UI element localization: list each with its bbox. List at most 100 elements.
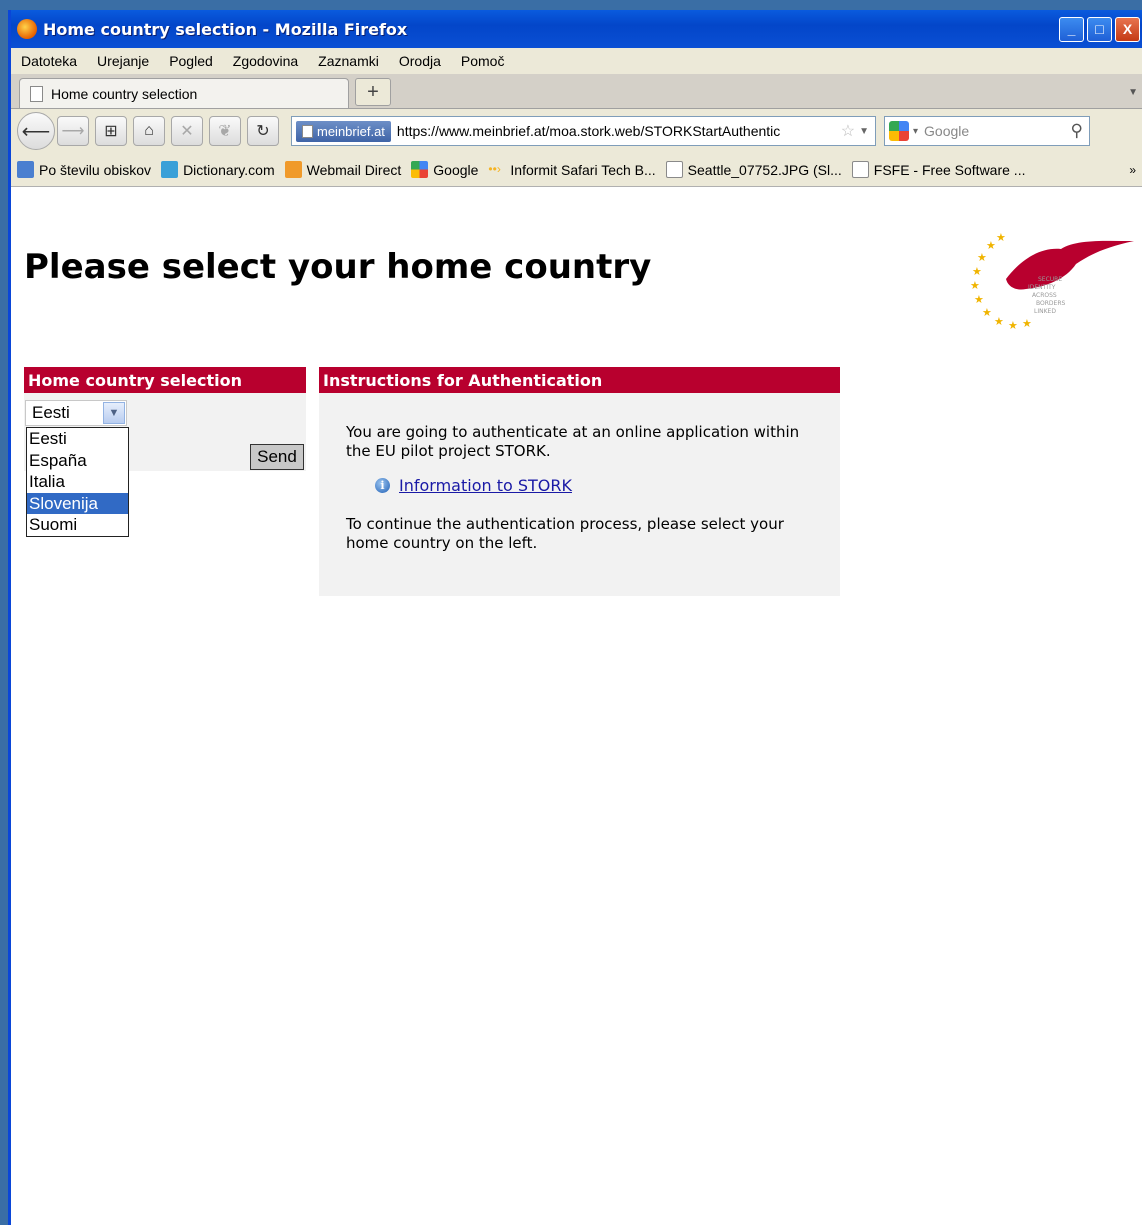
country-option-suomi[interactable]: Suomi bbox=[27, 514, 128, 536]
country-option-slovenija[interactable]: Slovenija bbox=[27, 492, 128, 514]
site-identity-button[interactable]: meinbrief.at bbox=[296, 120, 391, 142]
stork-bird-icon bbox=[1006, 240, 1134, 290]
bookmark-most-visited[interactable]: Po številu obiskov bbox=[17, 161, 151, 178]
svg-text:★: ★ bbox=[994, 316, 1004, 328]
navigation-toolbar: ⟵ ⟶ ⊞ ⌂ ✕ ❦ ↻ meinbrief.at https://www.m… bbox=[11, 109, 1142, 153]
minimize-button[interactable]: _ bbox=[1059, 16, 1084, 42]
search-box[interactable]: ▾ Google ⚲ bbox=[884, 116, 1090, 146]
bookmark-webmail[interactable]: Webmail Direct bbox=[284, 161, 401, 178]
bookmark-fsfe[interactable]: FSFE - Free Software ... bbox=[851, 161, 1025, 178]
svg-text:★: ★ bbox=[974, 294, 984, 306]
url-text[interactable]: https://www.meinbrief.at/moa.stork.web/S… bbox=[397, 123, 837, 139]
browser-window: Home country selection - Mozilla Firefox… bbox=[8, 10, 1142, 1225]
tab-home-country-selection[interactable]: Home country selection bbox=[19, 78, 349, 108]
tab-label: Home country selection bbox=[51, 85, 198, 102]
dictionary-icon bbox=[161, 161, 179, 178]
stork-logo: ★ ★ ★ ★ ★ ★ ★ ★ ★ ★ SECURE IDENTITY ACRO… bbox=[970, 232, 1134, 332]
tab-bar: Home country selection + ▼ bbox=[11, 74, 1142, 109]
home-icon: ⌂ bbox=[144, 122, 154, 139]
bookmarks-toolbar: Po številu obiskov Dictionary.com Webmai… bbox=[11, 153, 1142, 187]
close-button[interactable]: X bbox=[1115, 16, 1140, 42]
url-history-dropdown-icon[interactable]: ▼ bbox=[859, 126, 869, 137]
svg-text:★: ★ bbox=[977, 252, 987, 264]
page-icon bbox=[851, 161, 869, 178]
send-button[interactable]: Send bbox=[250, 444, 304, 470]
svg-text:SECURE: SECURE bbox=[1038, 276, 1062, 283]
site-identity-label: meinbrief.at bbox=[317, 123, 385, 139]
home-button[interactable]: ⌂ bbox=[133, 116, 165, 146]
instructions-continue: To continue the authentication process, … bbox=[346, 515, 784, 552]
back-button[interactable]: ⟵ bbox=[17, 112, 55, 150]
bookmark-dictionary[interactable]: Dictionary.com bbox=[161, 161, 275, 178]
country-dropdown-list[interactable]: Eesti España Italia Slovenija Suomi bbox=[26, 427, 129, 537]
country-select[interactable]: Eesti ▼ bbox=[25, 400, 127, 426]
menu-zaznamki[interactable]: Zaznamki bbox=[318, 53, 379, 69]
firefox-icon bbox=[17, 19, 37, 39]
menu-bar: Datoteka Urejanje Pogled Zgodovina Zazna… bbox=[11, 48, 1142, 74]
bookmark-star-icon[interactable]: ☆ bbox=[841, 121, 855, 141]
page-icon bbox=[665, 161, 683, 178]
stop-icon: ✕ bbox=[180, 123, 194, 140]
country-select-value: Eesti bbox=[32, 403, 70, 422]
svg-text:IDENTITY: IDENTITY bbox=[1028, 284, 1056, 291]
bookmark-seattle[interactable]: Seattle_07752.JPG (Sl... bbox=[665, 161, 842, 178]
svg-text:LINKED: LINKED bbox=[1034, 308, 1056, 315]
menu-orodja[interactable]: Orodja bbox=[399, 53, 441, 69]
menu-pomoc[interactable]: Pomoč bbox=[461, 53, 505, 69]
bookmark-google[interactable]: Google bbox=[411, 161, 478, 178]
page-title: Please select your home country bbox=[24, 247, 652, 287]
menu-pogled[interactable]: Pogled bbox=[169, 53, 213, 69]
page-icon bbox=[17, 161, 34, 178]
bookmarks-overflow-icon[interactable]: » bbox=[1129, 163, 1142, 177]
puzzle-icon: ❦ bbox=[218, 123, 232, 140]
country-option-espana[interactable]: España bbox=[27, 450, 128, 472]
bookmark-informit[interactable]: ••› Informit Safari Tech B... bbox=[488, 161, 655, 178]
window-icon: ⊞ bbox=[104, 123, 118, 140]
instructions-header: Instructions for Authentication bbox=[319, 367, 840, 393]
url-bar[interactable]: meinbrief.at https://www.meinbrief.at/mo… bbox=[291, 116, 876, 146]
svg-text:ACROSS: ACROSS bbox=[1032, 292, 1057, 299]
info-icon: i bbox=[375, 478, 390, 493]
arrow-icon: ••› bbox=[488, 162, 501, 176]
svg-text:★: ★ bbox=[972, 266, 982, 278]
mail-icon bbox=[284, 161, 302, 178]
page-icon bbox=[30, 85, 43, 102]
stork-info-link[interactable]: Information to STORK bbox=[399, 476, 572, 495]
svg-text:★: ★ bbox=[1008, 320, 1018, 332]
instructions-panel: You are going to authenticate at an onli… bbox=[319, 393, 840, 596]
google-icon[interactable] bbox=[889, 121, 909, 141]
instructions-intro: You are going to authenticate at an onli… bbox=[346, 423, 800, 460]
addon-button[interactable]: ❦ bbox=[209, 116, 241, 146]
stop-button[interactable]: ✕ bbox=[171, 116, 203, 146]
search-input[interactable]: Google bbox=[924, 123, 969, 139]
search-icon[interactable]: ⚲ bbox=[1071, 121, 1083, 141]
svg-text:★: ★ bbox=[970, 280, 980, 292]
menu-urejanje[interactable]: Urejanje bbox=[97, 53, 149, 69]
google-icon bbox=[411, 161, 429, 178]
menu-zgodovina[interactable]: Zgodovina bbox=[233, 53, 298, 69]
window-title: Home country selection - Mozilla Firefox bbox=[43, 19, 408, 39]
info-link-row: i Information to STORK bbox=[375, 476, 814, 495]
forward-arrow-icon: ⟶ bbox=[61, 123, 85, 140]
search-engine-dropdown-icon[interactable]: ▾ bbox=[913, 126, 918, 137]
svg-text:★: ★ bbox=[986, 240, 996, 252]
open-window-button[interactable]: ⊞ bbox=[95, 116, 127, 146]
chevron-down-icon[interactable]: ▼ bbox=[103, 402, 125, 424]
back-arrow-icon: ⟵ bbox=[21, 120, 51, 143]
svg-text:★: ★ bbox=[996, 232, 1006, 244]
page-icon bbox=[302, 124, 313, 138]
svg-text:★: ★ bbox=[1022, 318, 1032, 330]
country-option-italia[interactable]: Italia bbox=[27, 471, 128, 493]
home-country-selection-header: Home country selection bbox=[24, 367, 306, 393]
new-tab-button[interactable]: + bbox=[355, 78, 391, 106]
title-bar: Home country selection - Mozilla Firefox… bbox=[11, 10, 1142, 48]
svg-text:BORDERS: BORDERS bbox=[1036, 300, 1065, 307]
country-option-eesti[interactable]: Eesti bbox=[27, 428, 128, 450]
forward-button[interactable]: ⟶ bbox=[57, 116, 89, 146]
tab-list-icon[interactable]: ▼ bbox=[1128, 87, 1138, 98]
reload-icon: ↻ bbox=[256, 123, 270, 140]
reload-button[interactable]: ↻ bbox=[247, 116, 279, 146]
maximize-button[interactable]: □ bbox=[1087, 16, 1112, 42]
window-controls: _ □ X bbox=[1059, 16, 1142, 42]
menu-datoteka[interactable]: Datoteka bbox=[21, 53, 77, 69]
